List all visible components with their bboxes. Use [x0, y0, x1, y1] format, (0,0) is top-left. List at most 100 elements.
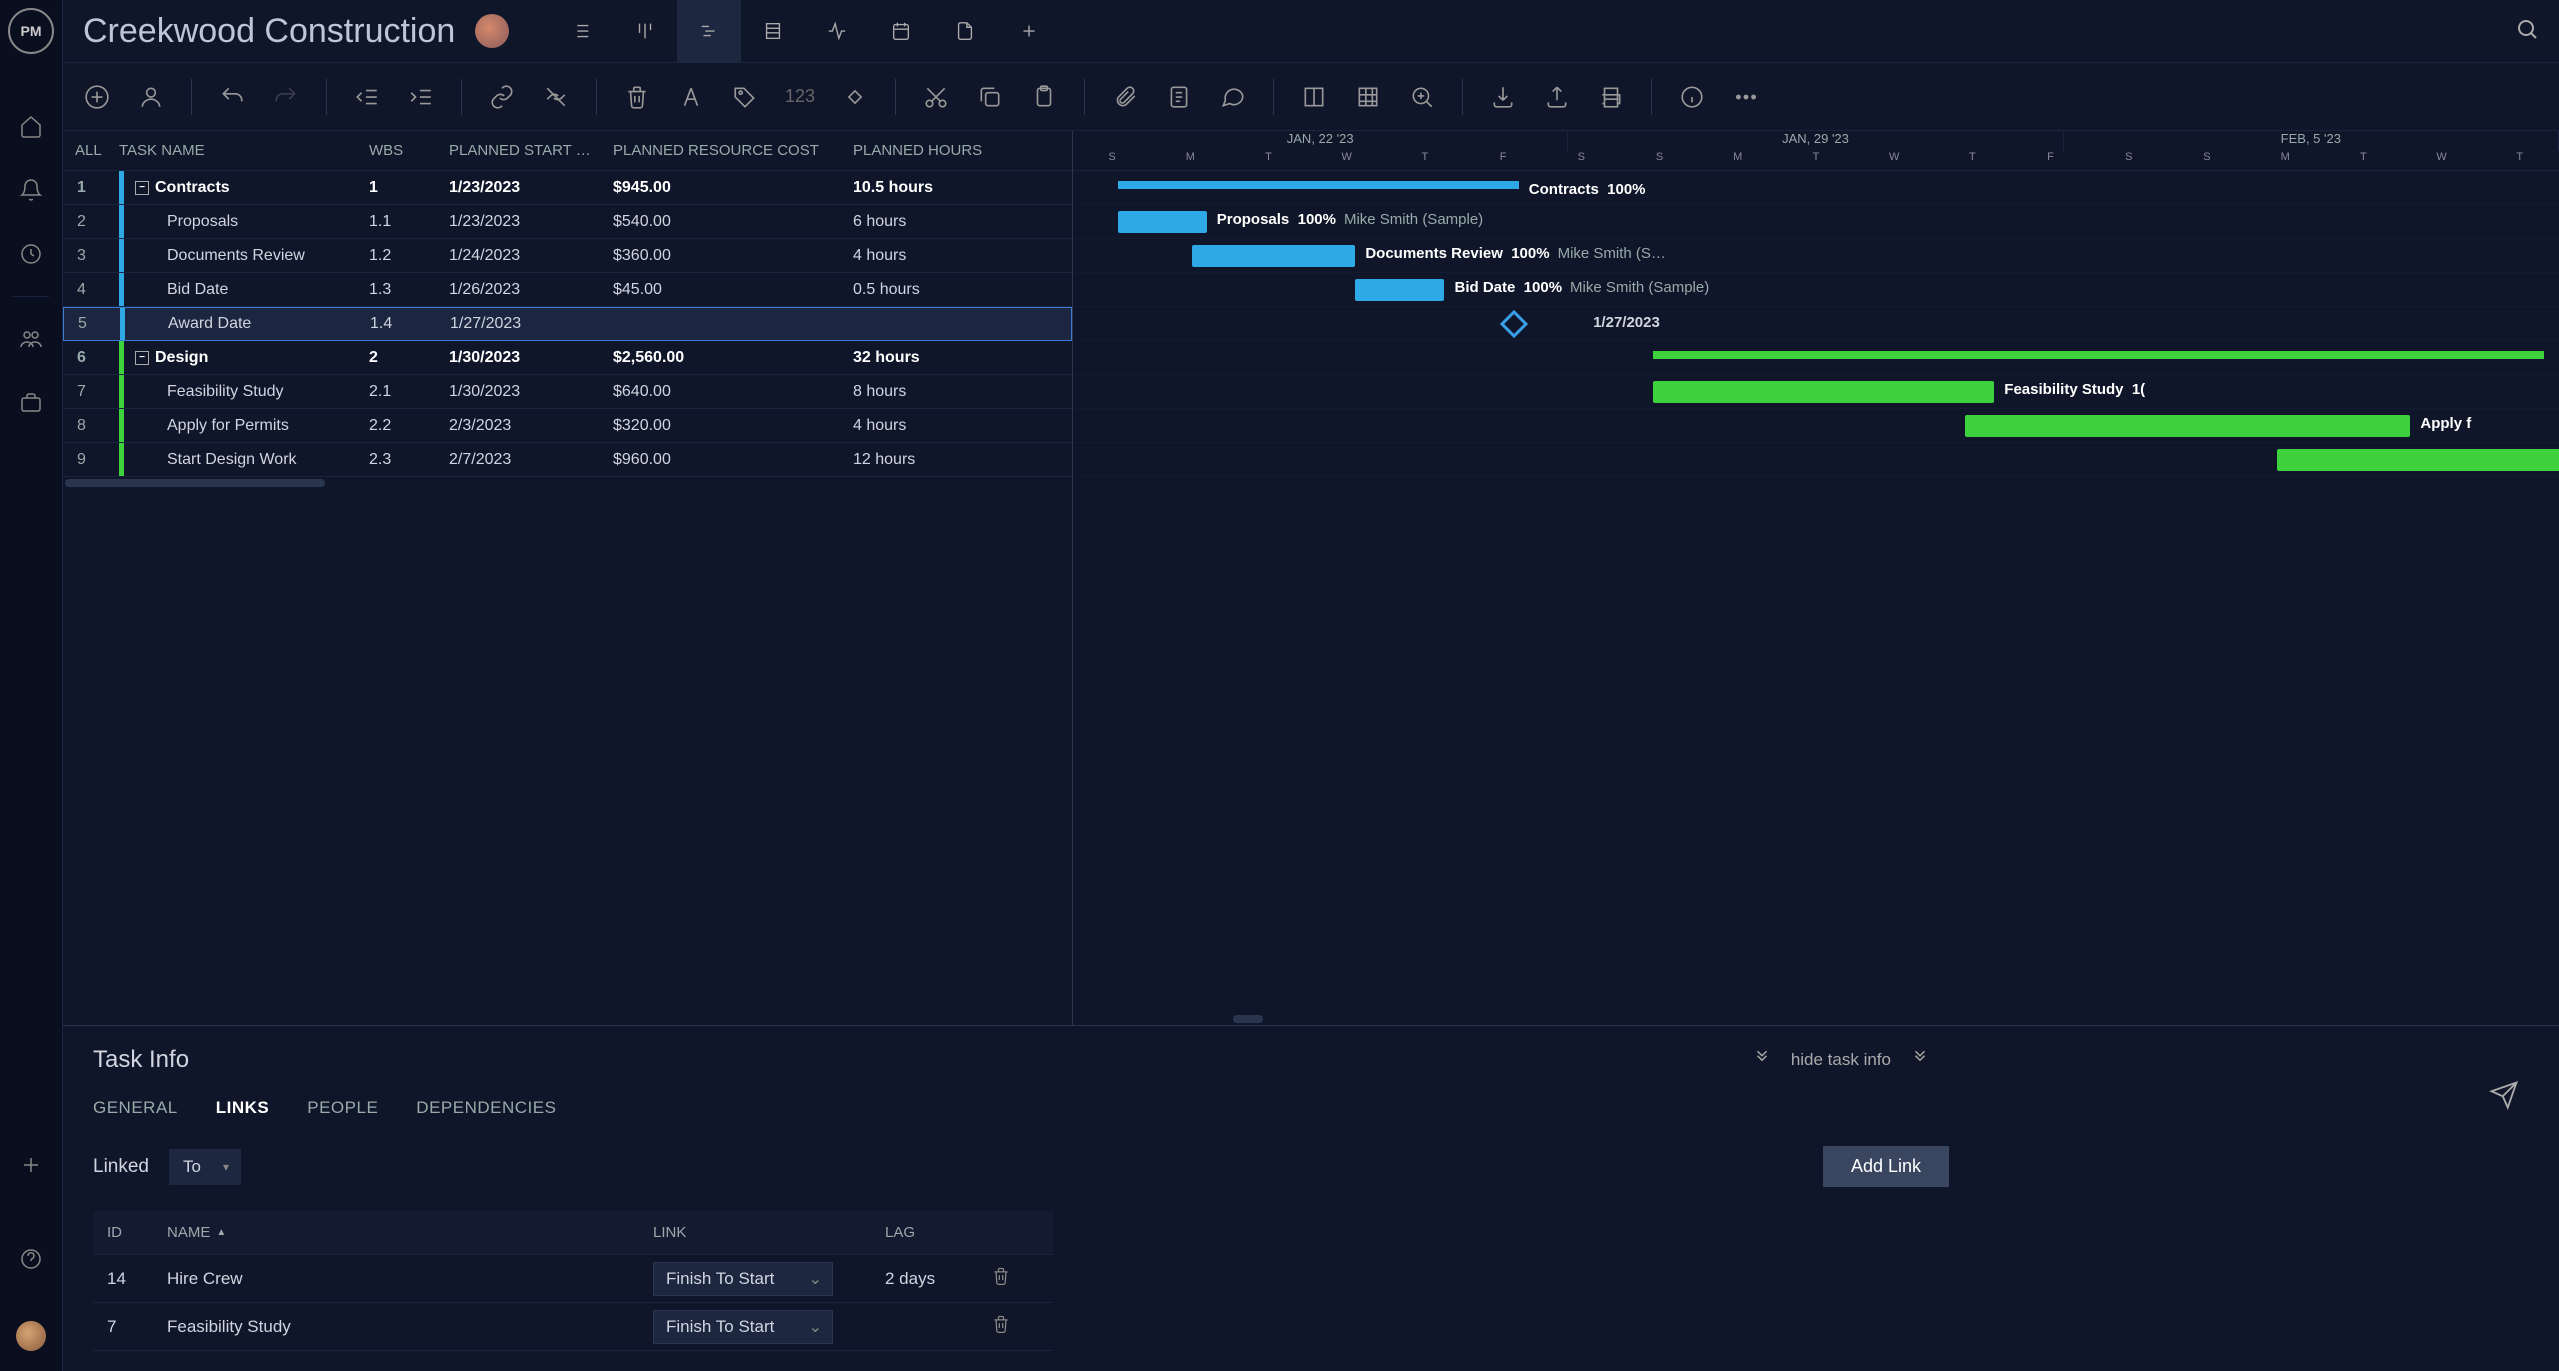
link-col-lag[interactable]: LAG	[885, 1224, 971, 1241]
gantt-milestone[interactable]	[1500, 310, 1528, 338]
gantt-summary-bar[interactable]	[1653, 351, 2545, 359]
redo-icon[interactable]	[272, 83, 300, 111]
unlink-icon[interactable]	[542, 83, 570, 111]
gantt-task-bar[interactable]: Apply f	[1965, 415, 2411, 437]
delete-link-icon[interactable]	[991, 1313, 1011, 1340]
cut-icon[interactable]	[922, 83, 950, 111]
plus-icon[interactable]	[15, 1149, 47, 1181]
columns-icon[interactable]	[1300, 83, 1328, 111]
task-row[interactable]: 3Documents Review1.21/24/2023$360.004 ho…	[63, 239, 1072, 273]
link-type-select[interactable]: Finish To Start	[653, 1262, 833, 1296]
help-icon[interactable]	[15, 1243, 47, 1275]
copy-icon[interactable]	[976, 83, 1004, 111]
view-list-icon[interactable]	[549, 0, 613, 63]
collapse-up-icon[interactable]	[1911, 1049, 1929, 1072]
task-grid: ALL TASK NAME WBS PLANNED START … PLANNE…	[63, 131, 1073, 1025]
topbar: Creekwood Construction	[63, 0, 2559, 63]
zoom-icon[interactable]	[1408, 83, 1436, 111]
add-task-icon[interactable]	[83, 83, 111, 111]
link-col-name[interactable]: NAME▲	[167, 1224, 653, 1241]
task-row[interactable]: 8Apply for Permits2.22/3/2023$320.004 ho…	[63, 409, 1072, 443]
col-hours[interactable]: PLANNED HOURS	[853, 142, 1013, 159]
view-file-icon[interactable]	[933, 0, 997, 63]
tab-people[interactable]: PEOPLE	[307, 1098, 378, 1118]
link-col-id[interactable]: ID	[93, 1224, 167, 1241]
tab-general[interactable]: GENERAL	[93, 1098, 178, 1118]
delete-link-icon[interactable]	[991, 1265, 1011, 1292]
import-icon[interactable]	[1489, 83, 1517, 111]
send-icon[interactable]	[2489, 1080, 2519, 1115]
clock-icon[interactable]	[15, 238, 47, 270]
home-icon[interactable]	[15, 110, 47, 142]
undo-icon[interactable]	[218, 83, 246, 111]
text-icon[interactable]	[677, 83, 705, 111]
view-activity-icon[interactable]	[805, 0, 869, 63]
expand-icon[interactable]: −	[135, 351, 149, 365]
search-icon[interactable]	[2515, 17, 2539, 46]
view-board-icon[interactable]	[613, 0, 677, 63]
comment-icon[interactable]	[1219, 83, 1247, 111]
gantt-row: Apply f	[1073, 409, 2559, 443]
print-icon[interactable]	[1597, 83, 1625, 111]
hide-task-info[interactable]: hide task info	[1791, 1050, 1891, 1070]
briefcase-icon[interactable]	[15, 387, 47, 419]
tab-links[interactable]: LINKS	[216, 1098, 270, 1118]
col-cost[interactable]: PLANNED RESOURCE COST	[613, 142, 853, 159]
tag-icon[interactable]	[731, 83, 759, 111]
gantt-task-bar[interactable]: Bid Date 100%Mike Smith (Sample)	[1355, 279, 1444, 301]
col-start[interactable]: PLANNED START …	[449, 142, 613, 159]
gantt-task-bar[interactable]	[2277, 449, 2559, 471]
link-col-link[interactable]: LINK	[653, 1224, 885, 1241]
gantt-chart: JAN, 22 '23JAN, 29 '23FEB, 5 '23 SMTWTFS…	[1073, 131, 2559, 1025]
project-title: Creekwood Construction	[83, 12, 455, 51]
gantt-scrollbar[interactable]	[1073, 1013, 2559, 1025]
paste-icon[interactable]	[1030, 83, 1058, 111]
team-icon[interactable]	[15, 323, 47, 355]
attachment-icon[interactable]	[1111, 83, 1139, 111]
task-row[interactable]: 4Bid Date1.31/26/2023$45.000.5 hours	[63, 273, 1072, 307]
task-row[interactable]: 5Award Date1.41/27/2023	[63, 307, 1072, 341]
task-row[interactable]: 6−Design21/30/2023$2,560.0032 hours	[63, 341, 1072, 375]
export-icon[interactable]	[1543, 83, 1571, 111]
col-all[interactable]: ALL	[63, 142, 119, 159]
col-name[interactable]: TASK NAME	[119, 142, 369, 159]
more-icon[interactable]	[1732, 83, 1760, 111]
delete-icon[interactable]	[623, 83, 651, 111]
task-row[interactable]: 9Start Design Work2.32/7/2023$960.0012 h…	[63, 443, 1072, 477]
view-gantt-icon[interactable]	[677, 0, 741, 63]
outdent-icon[interactable]	[353, 83, 381, 111]
left-sidebar: PM	[0, 0, 63, 1371]
bell-icon[interactable]	[15, 174, 47, 206]
add-link-button[interactable]: Add Link	[1823, 1146, 1949, 1187]
gantt-task-bar[interactable]: Feasibility Study 1(	[1653, 381, 1995, 403]
project-avatar[interactable]	[475, 14, 509, 48]
assign-icon[interactable]	[137, 83, 165, 111]
linked-direction-select[interactable]: To	[169, 1149, 241, 1185]
task-info-panel: Task Info hide task info GENERAL LINKS P…	[63, 1025, 2559, 1371]
grid-scrollbar[interactable]	[63, 477, 1072, 489]
link-type-select[interactable]: Finish To Start	[653, 1310, 833, 1344]
gantt-task-bar[interactable]: Documents Review 100%Mike Smith (S…	[1192, 245, 1355, 267]
view-sheet-icon[interactable]	[741, 0, 805, 63]
notes-icon[interactable]	[1165, 83, 1193, 111]
milestone-icon[interactable]	[841, 83, 869, 111]
indent-icon[interactable]	[407, 83, 435, 111]
task-row[interactable]: 2Proposals1.11/23/2023$540.006 hours	[63, 205, 1072, 239]
grid-icon[interactable]	[1354, 83, 1382, 111]
task-row[interactable]: 1−Contracts11/23/2023$945.0010.5 hours	[63, 171, 1072, 205]
logo[interactable]: PM	[8, 8, 54, 54]
expand-icon[interactable]: −	[135, 181, 149, 195]
task-row[interactable]: 7Feasibility Study2.11/30/2023$640.008 h…	[63, 375, 1072, 409]
gantt-summary-bar[interactable]: Contracts 100%	[1118, 181, 1519, 189]
gantt-task-bar[interactable]: Proposals 100%Mike Smith (Sample)	[1118, 211, 1207, 233]
view-add-icon[interactable]	[997, 0, 1061, 63]
user-avatar[interactable]	[16, 1321, 46, 1351]
col-wbs[interactable]: WBS	[369, 142, 449, 159]
link-icon[interactable]	[488, 83, 516, 111]
collapse-down-icon[interactable]	[1753, 1049, 1771, 1072]
link-row: 7Feasibility StudyFinish To Start	[93, 1303, 1053, 1351]
info-icon[interactable]	[1678, 83, 1706, 111]
view-calendar-icon[interactable]	[869, 0, 933, 63]
tab-dependencies[interactable]: DEPENDENCIES	[416, 1098, 556, 1118]
toolbar: 123	[63, 63, 2559, 131]
